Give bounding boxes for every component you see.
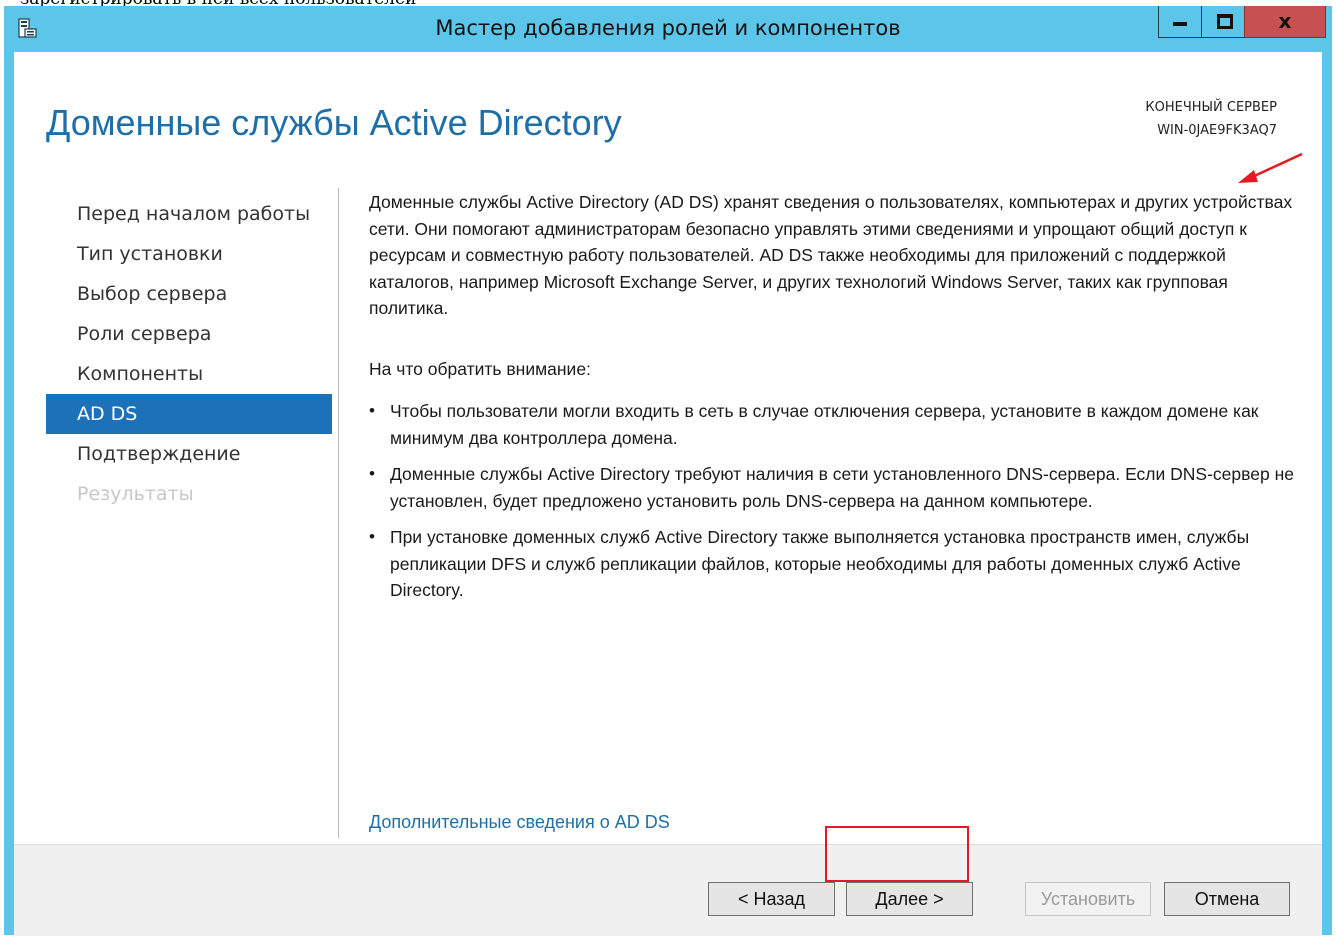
annotation-arrow-icon <box>1238 152 1303 183</box>
attention-heading: На что обратить внимание: <box>369 358 591 379</box>
bullet-text: Доменные службы Active Directory требуют… <box>390 464 1294 511</box>
bullet-icon: • <box>369 527 375 546</box>
list-item: • Доменные службы Active Directory требую… <box>369 461 1294 514</box>
title-bar[interactable]: Мастер добавления ролей и компонентов x <box>4 6 1332 52</box>
maximize-icon <box>1217 14 1233 29</box>
nav-item-installation-type[interactable]: Тип установки <box>46 234 332 274</box>
more-info-link[interactable]: Дополнительные сведения о AD DS <box>369 812 670 833</box>
minimize-icon <box>1173 22 1187 26</box>
destination-server-label: КОНЕЧНЫЙ СЕРВЕР <box>1145 100 1277 115</box>
main-description: Доменные службы Active Directory (AD DS)… <box>369 189 1294 614</box>
bullet-icon: • <box>369 464 375 483</box>
window-title: Мастер добавления ролей и компонентов <box>435 16 901 40</box>
nav-item-server-roles[interactable]: Роли сервера <box>46 314 332 354</box>
destination-server-name: WIN-0JAE9FK3AQ7 <box>1157 123 1277 138</box>
nav-item-results: Результаты <box>77 483 194 505</box>
bullet-text: При установке доменных служб Active Dire… <box>390 527 1250 600</box>
list-item: • При установке доменных служб Active Dir… <box>369 524 1294 604</box>
wizard-content: Доменные службы Active Directory КОНЕЧНЫ… <box>14 52 1322 936</box>
wizard-window: Мастер добавления ролей и компонентов x … <box>4 6 1332 936</box>
close-icon: x <box>1278 9 1292 33</box>
install-button[interactable]: Установить <box>1025 882 1151 916</box>
page-title: Доменные службы Active Directory <box>46 102 622 143</box>
bullet-text: Чтобы пользователи могли входить в сеть … <box>390 401 1259 448</box>
wizard-footer: < Назад Далее > Установить Отмена <box>14 844 1322 936</box>
bullet-icon: • <box>369 401 375 420</box>
minimize-button[interactable] <box>1158 6 1202 38</box>
wizard-nav: Перед началом работы Тип установки Выбор… <box>46 194 332 514</box>
nav-item-confirmation[interactable]: Подтверждение <box>46 434 332 474</box>
intro-paragraph: Доменные службы Active Directory (AD DS)… <box>369 192 1293 318</box>
next-button-highlight <box>825 826 969 882</box>
nav-item-before-you-begin[interactable]: Перед началом работы <box>46 194 332 234</box>
maximize-button[interactable] <box>1201 6 1245 38</box>
nav-item-ad-ds[interactable]: AD DS <box>46 394 332 434</box>
nav-item-features[interactable]: Компоненты <box>46 354 332 394</box>
attention-list: • Чтобы пользователи могли входить в сеть… <box>369 398 1294 604</box>
nav-item-server-selection[interactable]: Выбор сервера <box>46 274 332 314</box>
list-item: • Чтобы пользователи могли входить в сеть… <box>369 398 1294 451</box>
cancel-button[interactable]: Отмена <box>1164 882 1290 916</box>
back-button[interactable]: < Назад <box>708 882 835 916</box>
nav-divider <box>338 188 339 838</box>
next-button[interactable]: Далее > <box>846 882 973 916</box>
close-button[interactable]: x <box>1244 6 1326 38</box>
